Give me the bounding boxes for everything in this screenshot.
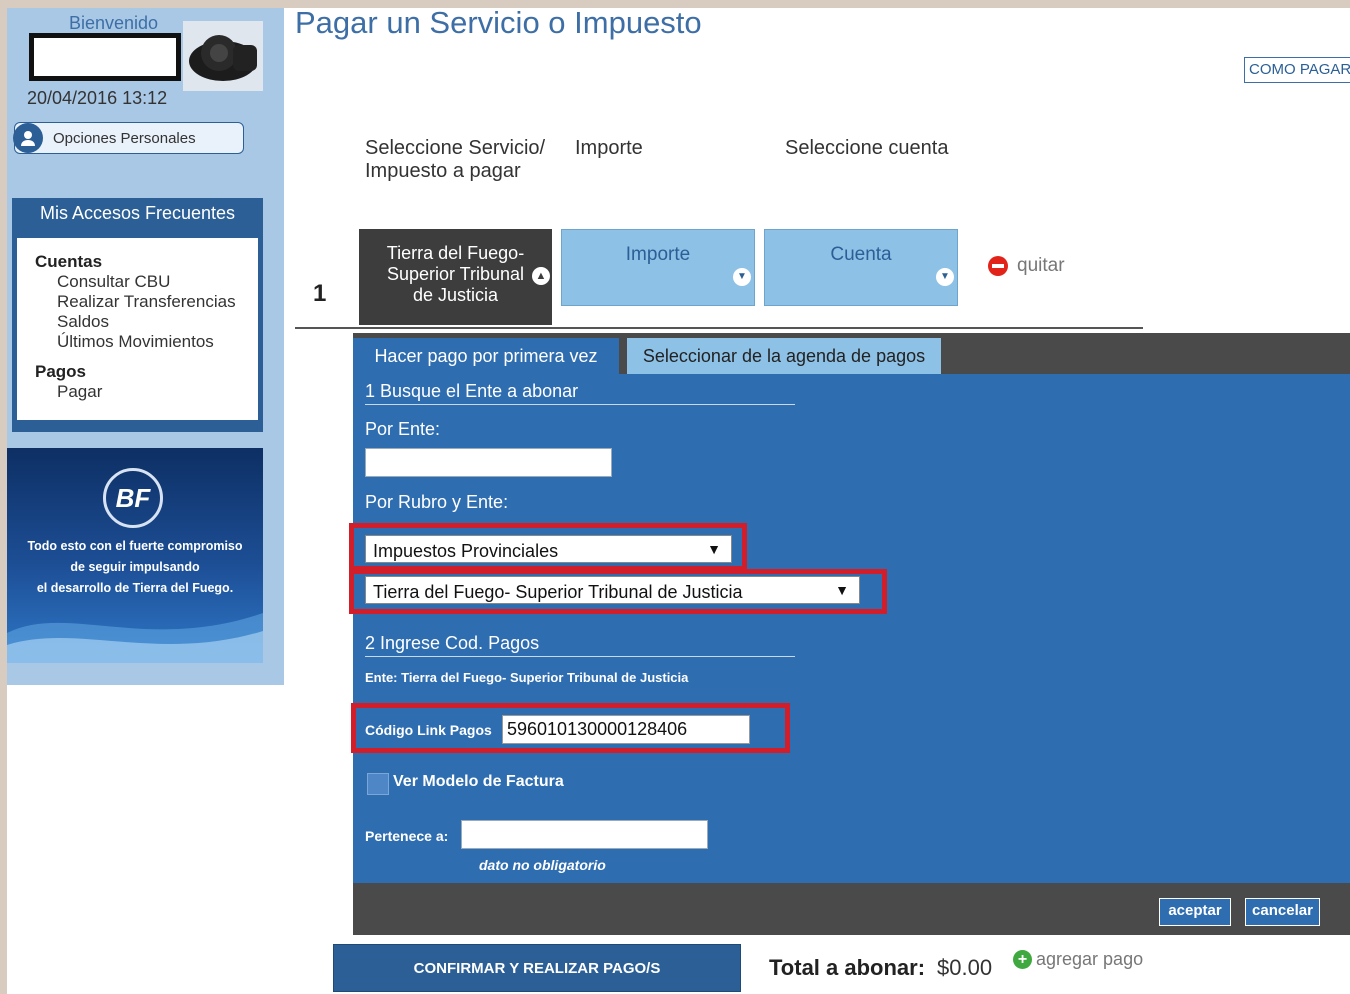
add-payment-link[interactable]: + agregar pago — [1013, 949, 1143, 970]
entity-info: Ente: Tierra del Fuego- Superior Tribuna… — [365, 670, 689, 685]
belongs-input[interactable] — [461, 820, 708, 849]
by-category-label: Por Rubro y Ente: — [365, 492, 509, 512]
link-pagar[interactable]: Pagar — [57, 382, 240, 402]
by-entity-label: Por Ente: — [365, 419, 441, 439]
highlight-category — [349, 523, 747, 571]
account-tile[interactable]: Cuenta ▼ — [764, 229, 958, 306]
frequent-access-list: Cuentas Consultar CBU Realizar Transfere… — [17, 238, 258, 420]
step-label-service: Seleccione Servicio/ Impuesto a pagar — [365, 137, 546, 182]
confirm-payment-button[interactable]: CONFIRMAR Y REALIZAR PAGO/S — [333, 944, 741, 992]
tab-payment-agenda[interactable]: Seleccionar de la agenda de pagos — [627, 338, 941, 374]
page-title: Pagar un Servicio o Impuesto — [295, 5, 702, 40]
section-find-entity: 1 Busque el Ente a abonar — [365, 381, 795, 405]
banner-line-1: Todo esto con el fuerte compromiso — [27, 539, 243, 553]
username-redacted — [29, 33, 181, 81]
personal-options-label: Opciones Personales — [53, 129, 196, 147]
total-label: Total a abonar: — [769, 955, 926, 980]
invoice-model-link[interactable]: Ver Modelo de Factura — [393, 773, 564, 791]
remove-icon — [988, 256, 1008, 276]
accept-button[interactable]: aceptar — [1159, 898, 1231, 926]
belongs-label: Pertenece a: — [365, 828, 449, 844]
section-enter-code: 2 Ingrese Cod. Pagos — [365, 633, 795, 657]
sidebar: Bienvenido 20/04/2016 13:12 Opciones Per… — [7, 8, 284, 685]
amount-tile[interactable]: Importe ▼ — [561, 229, 755, 306]
how-to-pay-button[interactable]: COMO PAGAR — [1244, 57, 1350, 83]
service-tile[interactable]: Tierra del Fuego- Superior Tribunal de J… — [359, 229, 552, 325]
total-value: $0.00 — [937, 955, 993, 980]
group-pagos: Pagos — [35, 362, 87, 381]
login-datetime: 20/04/2016 13:12 — [27, 88, 168, 108]
account-tile-label: Cuenta — [830, 244, 892, 265]
amount-tile-label: Importe — [625, 244, 691, 265]
banner-line-2: de seguir impulsando — [70, 560, 200, 574]
by-entity-input[interactable] — [365, 448, 612, 477]
link-saldos[interactable]: Saldos — [57, 312, 240, 332]
optional-note: dato no obligatorio — [479, 857, 606, 873]
link-realizar-transferencias[interactable]: Realizar Transferencias — [57, 292, 240, 312]
chevron-down-icon[interactable]: ▼ — [936, 268, 954, 286]
left-edge — [0, 0, 7, 994]
add-payment-label: agregar pago — [1036, 949, 1144, 969]
welcome-text: Bienvenido — [69, 13, 159, 33]
link-ultimos-movimientos[interactable]: Últimos Movimientos — [57, 332, 240, 352]
step-label-account: Seleccione cuenta — [785, 137, 949, 159]
remove-payment-link[interactable]: quitar — [988, 255, 1065, 277]
user-icon — [13, 123, 43, 153]
frequent-access-panel: Mis Accesos Frecuentes Cuentas Consultar… — [12, 198, 263, 432]
service-tile-label: Tierra del Fuego- Superior Tribunal de J… — [386, 243, 525, 305]
promo-banner: BF Todo esto con el fuerte compromiso de… — [7, 448, 263, 663]
remove-label: quitar — [1017, 255, 1065, 276]
divider — [295, 327, 1143, 329]
document-icon[interactable] — [367, 773, 389, 795]
tab-first-time-payment[interactable]: Hacer pago por primera vez — [353, 338, 619, 374]
wave-decoration — [7, 613, 263, 663]
cancel-button[interactable]: cancelar — [1245, 898, 1320, 926]
frequent-access-title: Mis Accesos Frecuentes — [39, 203, 236, 223]
personal-options-button[interactable]: Opciones Personales — [13, 122, 244, 154]
group-cuentas: Cuentas — [35, 252, 103, 271]
bank-logo: BF — [103, 468, 163, 528]
banner-text: Todo esto con el fuerte compromiso de se… — [7, 536, 263, 599]
chevron-down-icon[interactable]: ▼ — [733, 268, 751, 286]
chevron-up-icon[interactable]: ▲ — [532, 267, 550, 285]
payment-row-number: 1 — [313, 280, 327, 307]
link-consultar-cbu[interactable]: Consultar CBU — [57, 272, 240, 292]
step-label-amount: Importe — [575, 137, 643, 159]
camera-icon — [189, 35, 257, 81]
avatar[interactable] — [183, 21, 263, 91]
highlight-code — [351, 703, 790, 753]
highlight-entity — [349, 569, 887, 614]
add-icon: + — [1013, 950, 1032, 969]
